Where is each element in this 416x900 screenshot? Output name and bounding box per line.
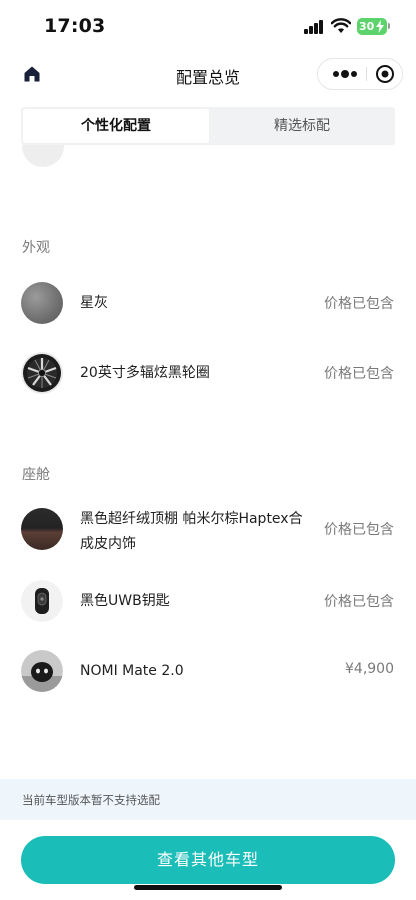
- partial-item-thumbnail: [22, 145, 64, 167]
- item-price: 价格已包含: [324, 366, 394, 382]
- wheel-image: [21, 352, 63, 394]
- list-item: 20英寸多辐炫黑轮圈 价格已包含: [0, 351, 416, 395]
- wifi-icon: [331, 18, 351, 33]
- list-item: NOMI Mate 2.0 ¥4,900: [0, 649, 416, 693]
- section-title-cabin: 座舱: [22, 467, 50, 483]
- cellular-signal-icon: [304, 20, 324, 34]
- battery-level: 30: [359, 20, 375, 33]
- item-price: 价格已包含: [324, 594, 394, 610]
- battery-icon: 30: [357, 18, 387, 35]
- item-price: 价格已包含: [324, 522, 394, 538]
- home-indicator: [134, 885, 282, 890]
- notice-text: 当前车型版本暂不支持选配: [22, 793, 160, 807]
- nomi-image: [21, 650, 63, 692]
- nav-bar: 配置总览: [0, 52, 416, 96]
- list-item: 黑色UWB钥匙 价格已包含: [0, 579, 416, 623]
- config-tabs: 个性化配置 精选标配: [21, 107, 395, 145]
- section-title-exterior: 外观: [22, 240, 50, 256]
- view-other-models-button[interactable]: 查看其他车型: [21, 836, 395, 884]
- item-price: ¥4,900: [345, 661, 394, 677]
- more-dots-icon[interactable]: [324, 59, 362, 89]
- list-item: 黑色超纤绒顶棚 帕米尔棕Haptex合成皮内饰 价格已包含: [0, 507, 416, 559]
- config-list[interactable]: 外观 星灰 价格已包含 20英寸多辐炫黑轮圈 价格已包含 座舱 黑色超纤绒顶棚 …: [0, 145, 416, 779]
- list-item: 星灰 价格已包含: [0, 281, 416, 325]
- item-price: 价格已包含: [324, 296, 394, 312]
- charging-bolt-icon: [376, 20, 384, 33]
- item-name: NOMI Mate 2.0: [80, 663, 184, 679]
- status-time: 17:03: [44, 15, 106, 37]
- tab-featured-standard[interactable]: 精选标配: [209, 109, 395, 143]
- tab-personalized-config[interactable]: 个性化配置: [23, 109, 209, 143]
- status-bar: 17:03 30: [0, 0, 416, 52]
- key-image: [21, 580, 63, 622]
- target-icon[interactable]: [375, 64, 395, 84]
- item-name: 星灰: [80, 295, 108, 311]
- mini-program-capsule: [317, 58, 403, 90]
- grey-paint-swatch: [21, 282, 63, 324]
- interior-image: [21, 508, 63, 550]
- item-name: 黑色UWB钥匙: [80, 593, 170, 609]
- item-name: 20英寸多辐炫黑轮圈: [80, 365, 210, 381]
- notice-bar: 当前车型版本暂不支持选配: [0, 779, 416, 820]
- capsule-divider: [366, 67, 367, 81]
- battery-cap: [388, 23, 390, 29]
- item-name: 黑色超纤绒顶棚 帕米尔棕Haptex合成皮内饰: [80, 511, 303, 552]
